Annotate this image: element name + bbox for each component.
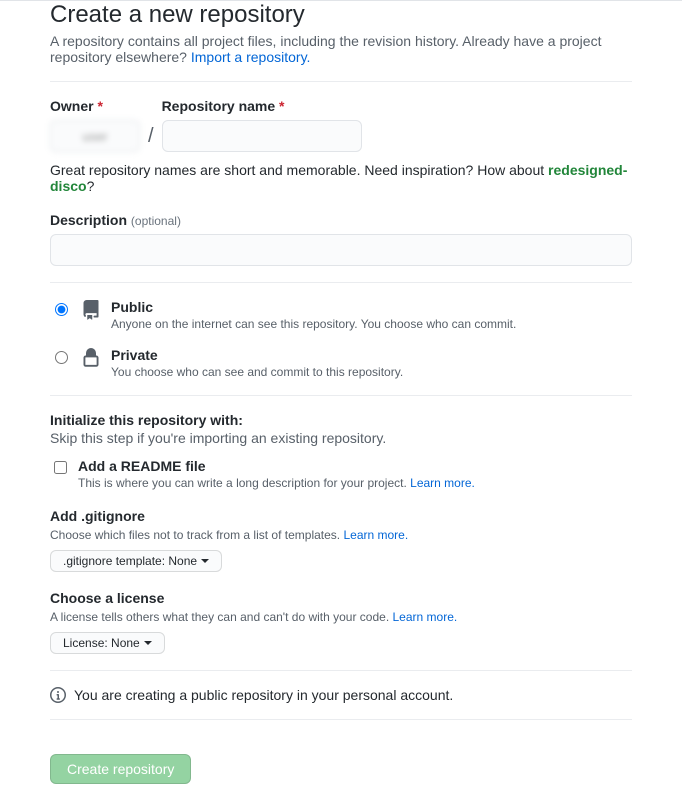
visibility-public-radio[interactable] <box>55 303 68 316</box>
info-icon <box>50 687 66 703</box>
divider <box>50 81 632 82</box>
license-dropdown-label: License: None <box>63 636 140 650</box>
divider <box>50 395 632 396</box>
repo-name-input[interactable] <box>162 120 362 152</box>
info-message: You are creating a public repository in … <box>74 687 453 703</box>
add-readme-desc: This is where you can write a long descr… <box>78 476 475 490</box>
readme-learn-more-link[interactable]: Learn more. <box>410 476 475 490</box>
create-repository-button[interactable]: Create repository <box>50 754 191 784</box>
divider <box>50 719 632 720</box>
initialize-heading: Initialize this repository with: <box>50 412 632 428</box>
visibility-private-radio[interactable] <box>55 351 68 364</box>
description-label-text: Description <box>50 212 127 228</box>
helper-post: ? <box>87 178 95 194</box>
chevron-down-icon <box>144 641 152 645</box>
required-asterisk: * <box>279 98 284 114</box>
helper-pre: Great repository names are short and mem… <box>50 162 548 178</box>
license-desc-text: A license tells others what they can and… <box>50 610 393 624</box>
repo-icon <box>81 300 101 323</box>
visibility-private-desc: You choose who can see and commit to thi… <box>111 365 403 379</box>
repo-name-label: Repository name * <box>162 98 362 114</box>
repo-name-label-text: Repository name <box>162 98 276 114</box>
divider <box>50 670 632 671</box>
description-optional: (optional) <box>131 214 181 228</box>
owner-label-text: Owner <box>50 98 94 114</box>
owner-label: Owner * <box>50 98 140 114</box>
divider <box>50 282 632 283</box>
visibility-public-label: Public <box>111 299 516 315</box>
readme-desc-text: This is where you can write a long descr… <box>78 476 410 490</box>
license-dropdown[interactable]: License: None <box>50 632 165 654</box>
page-title: Create a new repository <box>50 1 632 29</box>
visibility-private-label: Private <box>111 347 403 363</box>
visibility-public-desc: Anyone on the internet can see this repo… <box>111 317 516 331</box>
gitignore-heading: Add .gitignore <box>50 508 632 524</box>
description-input[interactable] <box>50 234 632 266</box>
description-label: Description (optional) <box>50 212 181 228</box>
import-repository-link[interactable]: Import a repository. <box>191 49 311 65</box>
gitignore-dropdown-label: .gitignore template: None <box>63 554 197 568</box>
required-asterisk: * <box>97 98 102 114</box>
owner-selector[interactable]: user <box>50 120 140 152</box>
gitignore-learn-more-link[interactable]: Learn more. <box>343 528 408 542</box>
license-learn-more-link[interactable]: Learn more. <box>393 610 458 624</box>
chevron-down-icon <box>201 559 209 563</box>
add-readme-label: Add a README file <box>78 458 475 474</box>
subtitle-text: A repository contains all project files,… <box>50 33 601 65</box>
license-heading: Choose a license <box>50 590 632 606</box>
gitignore-template-dropdown[interactable]: .gitignore template: None <box>50 550 222 572</box>
owner-repo-separator: / <box>148 125 154 152</box>
initialize-skip-text: Skip this step if you're importing an ex… <box>50 430 632 446</box>
lock-icon <box>81 348 101 371</box>
gitignore-desc-text: Choose which files not to track from a l… <box>50 528 343 542</box>
license-desc: A license tells others what they can and… <box>50 610 632 624</box>
gitignore-desc: Choose which files not to track from a l… <box>50 528 632 542</box>
owner-chip-text: user <box>82 129 107 144</box>
repo-name-helper: Great repository names are short and mem… <box>50 162 632 194</box>
page-subtitle: A repository contains all project files,… <box>50 33 632 65</box>
add-readme-checkbox[interactable] <box>54 461 67 474</box>
